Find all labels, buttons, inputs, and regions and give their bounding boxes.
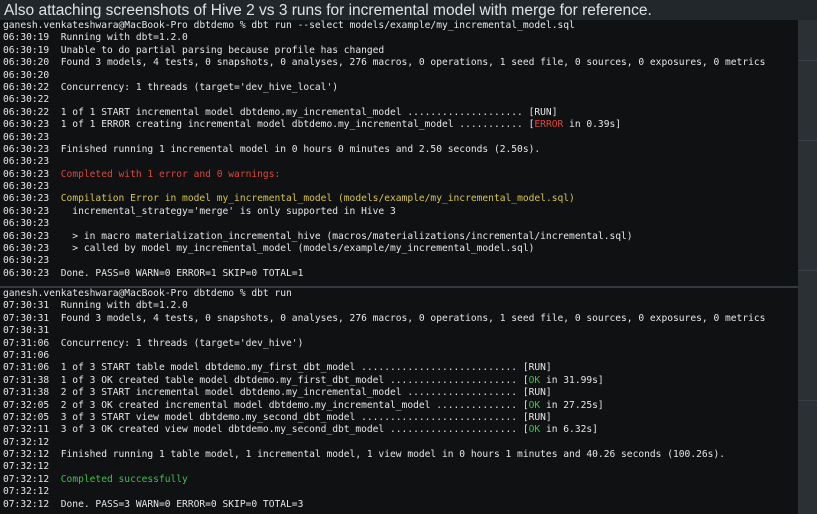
terminal-text: 06:30:22	[3, 94, 50, 106]
terminal-line: 06:30:23	[3, 218, 798, 230]
terminal-line: 06:30:23 incremental_strategy='merge' is…	[3, 206, 798, 218]
terminal-text: in 31.99s]	[540, 374, 604, 386]
terminal-line: 07:32:12 Completed successfully	[3, 474, 798, 486]
terminal-line: ganesh.venkateshwara@MacBook-Pro dbtdemo…	[3, 288, 798, 300]
terminal-text: 06:30:23	[3, 181, 50, 193]
terminal-text: 07:31:06 1 of 3 START table model dbtdem…	[3, 362, 552, 374]
panel-divider	[798, 60, 817, 61]
terminal-text: 06:30:23	[3, 255, 50, 267]
terminal-text: 06:30:20	[3, 69, 50, 81]
terminal-highlight-text: OK	[528, 374, 541, 386]
terminal-text: 06:30:19 Running with dbt=1.2.0	[3, 32, 188, 44]
terminal-line: 07:32:12	[3, 437, 798, 449]
terminal-line: 07:30:31	[3, 325, 798, 337]
terminal-line: 06:30:22 Concurrency: 1 threads (target=…	[3, 82, 798, 94]
terminal-text: 06:30:23	[3, 156, 50, 168]
terminal-line: 06:30:20 Found 3 models, 4 tests, 0 snap…	[3, 57, 798, 69]
terminal-text: 07:32:05 2 of 3 OK created incremental m…	[3, 399, 529, 411]
terminal-text: 06:30:23 1 of 1 ERROR creating increment…	[3, 119, 535, 131]
terminal-line: 06:30:23 > called by model my_incrementa…	[3, 243, 798, 255]
terminal-line: 06:30:19 Running with dbt=1.2.0	[3, 32, 798, 44]
terminal-line: 07:31:06 1 of 3 START table model dbtdem…	[3, 362, 798, 374]
screenshot-caption: Also attaching screenshots of Hive 2 vs …	[0, 0, 817, 22]
terminal-text: 07:30:31 Running with dbt=1.2.0	[3, 300, 188, 312]
terminal-line: 06:30:23 Finished running 1 incremental …	[3, 144, 798, 156]
terminal-line: 06:30:22 1 of 1 START incremental model …	[3, 107, 798, 119]
terminal-line: 06:30:20	[3, 70, 798, 82]
terminal-text: 06:30:23 Finished running 1 incremental …	[3, 143, 541, 155]
terminal-line: 07:32:12	[3, 486, 798, 498]
terminal-highlight-text: Completed with 1 error and 0 warnings:	[60, 168, 281, 180]
terminal-text: 06:30:23	[3, 193, 61, 205]
terminal-line: 06:30:23	[3, 132, 798, 144]
terminal-text: 07:30:31	[3, 325, 50, 337]
terminal-line: 07:31:38 2 of 3 START incremental model …	[3, 387, 798, 399]
terminal-line: 06:30:23 1 of 1 ERROR creating increment…	[3, 119, 798, 131]
terminal-line: 07:32:05 3 of 3 START view model dbtdemo…	[3, 412, 798, 424]
terminal-text: 07:32:11 3 of 3 OK created view model db…	[3, 424, 529, 436]
terminal-line: 07:32:12	[3, 461, 798, 473]
terminal-line: 07:31:06	[3, 350, 798, 362]
terminal-highlight-text: Completed successfully	[60, 473, 188, 485]
terminal-text: 06:30:22 1 of 1 START incremental model …	[3, 106, 558, 118]
terminal-text: 06:30:23 > in macro materialization_incr…	[3, 230, 633, 242]
terminal-text: 06:30:23	[3, 131, 50, 143]
terminal-line: ganesh.venkateshwara@MacBook-Pro dbtdemo…	[3, 20, 798, 32]
terminal-line: 07:32:12 Finished running 1 table model,…	[3, 449, 798, 461]
terminal-text: 07:32:12	[3, 436, 50, 448]
terminal-line: 07:32:11 3 of 3 OK created view model db…	[3, 424, 798, 436]
terminal-line: 06:30:23 Done. PASS=0 WARN=0 ERROR=1 SKI…	[3, 268, 798, 280]
terminal-text: 06:30:23	[3, 218, 50, 230]
terminal-highlight-text: Compilation Error in model my_incrementa…	[60, 193, 575, 205]
terminal-line: 06:30:19 Unable to do partial parsing be…	[3, 45, 798, 57]
panel-divider	[798, 270, 817, 271]
terminal-output-hive2[interactable]: ganesh.venkateshwara@MacBook-Pro dbtdemo…	[0, 20, 798, 286]
terminal-line: 07:31:38 1 of 3 OK created table model d…	[3, 375, 798, 387]
panel-divider	[798, 400, 817, 401]
terminal-text: 06:30:23	[3, 168, 61, 180]
terminal-line: 07:30:31 Found 3 models, 4 tests, 0 snap…	[3, 313, 798, 325]
terminal-line: 07:32:12 Done. PASS=3 WARN=0 ERROR=0 SKI…	[3, 499, 798, 511]
terminal-highlight-text: ERROR	[534, 119, 564, 131]
terminal-text: in 27.25s]	[540, 399, 604, 411]
terminal-text: 06:30:23 Done. PASS=0 WARN=0 ERROR=1 SKI…	[3, 267, 304, 279]
terminal-line: 06:30:23 Completed with 1 error and 0 wa…	[3, 169, 798, 181]
terminal-text: 06:30:23 incremental_strategy='merge' is…	[3, 205, 396, 217]
background-app-panel	[798, 20, 817, 514]
terminal-text: ganesh.venkateshwara@MacBook-Pro dbtdemo…	[3, 20, 575, 31]
terminal-text: 07:32:05 3 of 3 START view model dbtdemo…	[3, 411, 552, 423]
terminal-text: 07:32:12 Done. PASS=3 WARN=0 ERROR=0 SKI…	[3, 498, 304, 510]
terminal-text: 06:30:19 Unable to do partial parsing be…	[3, 44, 385, 56]
terminal-highlight-text: OK	[528, 424, 541, 436]
terminal-line: 06:30:23	[3, 181, 798, 193]
terminal-text: 07:32:12 Finished running 1 table model,…	[3, 449, 725, 461]
terminal-line: 06:30:23	[3, 255, 798, 267]
terminal-line: 06:30:23 Compilation Error in model my_i…	[3, 193, 798, 205]
terminal-text: 07:32:12	[3, 486, 50, 498]
terminal-text: 07:32:12	[3, 461, 50, 473]
terminal-text: 06:30:22 Concurrency: 1 threads (target=…	[3, 81, 339, 93]
terminal-text: in 0.39s]	[563, 119, 622, 131]
terminal-text: 07:31:06	[3, 349, 50, 361]
terminal-text: 06:30:20 Found 3 models, 4 tests, 0 snap…	[3, 57, 766, 69]
terminal-text: 07:30:31 Found 3 models, 4 tests, 0 snap…	[3, 312, 766, 324]
terminal-line: 06:30:23 > in macro materialization_incr…	[3, 231, 798, 243]
panel-divider	[798, 140, 817, 141]
terminal-line: 06:30:22	[3, 94, 798, 106]
terminal-highlight-text: OK	[528, 399, 541, 411]
terminal-text: 07:31:38 2 of 3 START incremental model …	[3, 387, 552, 399]
terminal-line: 07:31:06 Concurrency: 1 threads (target=…	[3, 338, 798, 350]
terminal-line: 07:30:31 Running with dbt=1.2.0	[3, 300, 798, 312]
terminal-text: 07:31:38 1 of 3 OK created table model d…	[3, 374, 529, 386]
terminal-text: 07:31:06 Concurrency: 1 threads (target=…	[3, 337, 304, 349]
terminal-text: 06:30:23 > called by model my_incrementa…	[3, 243, 535, 255]
terminal-text: ganesh.venkateshwara@MacBook-Pro dbtdemo…	[3, 288, 292, 299]
terminal-text: 07:32:12	[3, 473, 61, 485]
terminal-line: 06:30:23	[3, 156, 798, 168]
terminal-line: 07:32:05 2 of 3 OK created incremental m…	[3, 400, 798, 412]
terminal-output-hive3[interactable]: ganesh.venkateshwara@MacBook-Pro dbtdemo…	[0, 288, 798, 514]
terminal-text: in 6.32s]	[540, 424, 598, 436]
